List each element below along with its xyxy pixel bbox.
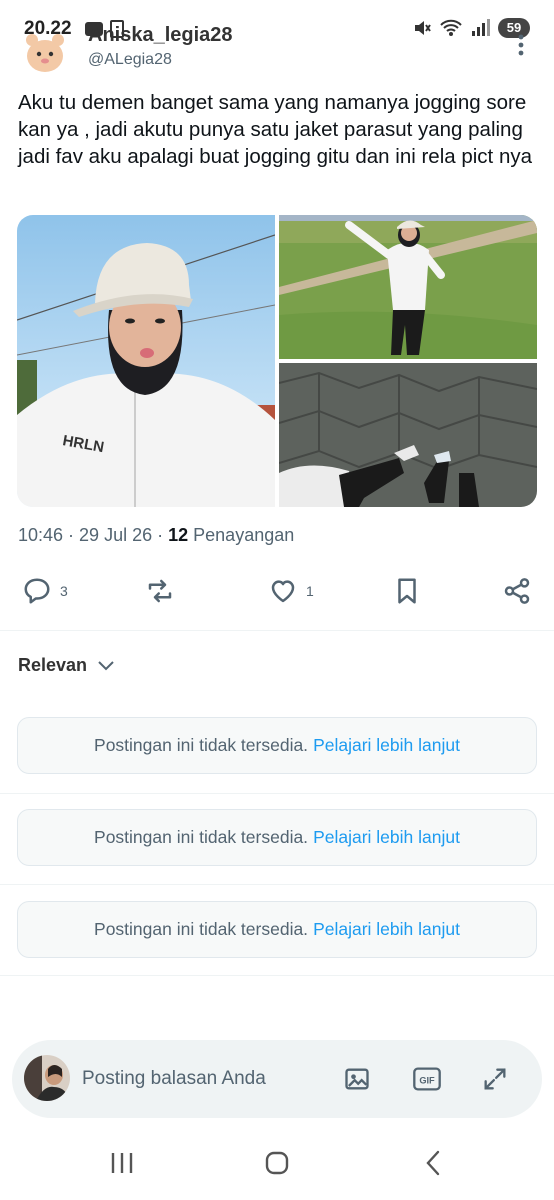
like-button[interactable]: 1: [268, 576, 314, 606]
unavailable-post: Postingan ini tidak tersedia. Pelajari l…: [17, 717, 537, 774]
sort-replies-dropdown[interactable]: Relevan: [18, 655, 115, 676]
unavailable-text: Postingan ini tidak tersedia.: [94, 735, 309, 755]
post-actions: 3 1: [0, 570, 554, 614]
post-photo-selfie[interactable]: HRLN: [17, 215, 275, 507]
my-avatar: [24, 1055, 70, 1101]
reply-input[interactable]: Posting balasan Anda: [82, 1068, 266, 1090]
views-count: 12: [168, 525, 189, 545]
more-options-icon[interactable]: [518, 34, 524, 61]
gif-label: GIF: [419, 1076, 435, 1086]
author-handle: @ALegia28: [88, 51, 172, 68]
post-date: 29 Jul 26: [79, 525, 153, 545]
unavailable-text: Postingan ini tidak tersedia.: [94, 827, 309, 847]
reply-composer[interactable]: Posting balasan Anda GIF: [12, 1040, 542, 1118]
bookmark-button[interactable]: [394, 576, 420, 606]
heart-icon: [271, 580, 295, 603]
bookmark-icon: [398, 578, 416, 604]
image-icon[interactable]: [342, 1065, 372, 1098]
share-icon: [504, 578, 530, 604]
reply-count: 3: [60, 583, 68, 599]
status-bar: 20.22 59: [0, 14, 554, 46]
learn-more-link[interactable]: Pelajari lebih lanjut: [313, 919, 460, 940]
views-label: Penayangan: [193, 525, 295, 545]
unavailable-post: Postingan ini tidak tersedia. Pelajari l…: [17, 901, 537, 958]
gif-icon[interactable]: GIF: [412, 1065, 442, 1098]
like-count: 1: [306, 583, 314, 599]
reply-icon: [24, 578, 50, 604]
repost-icon: [148, 579, 172, 603]
post-text: Aku tu demen banget sama yang namanya jo…: [18, 91, 532, 168]
author-name[interactable]: Aniska_legia28: [88, 24, 233, 47]
post-meta: 10:46 · 29 Jul 26 · 12 Penayangan: [18, 525, 295, 545]
divider: [0, 630, 554, 631]
author-avatar[interactable]: [24, 30, 66, 74]
divider: [0, 884, 554, 885]
reply-button[interactable]: 3: [22, 576, 68, 606]
back-button[interactable]: [420, 1148, 446, 1183]
divider: [0, 975, 554, 976]
chevron-down-icon: [98, 660, 114, 670]
repost-button[interactable]: [144, 576, 176, 606]
unavailable-post: Postingan ini tidak tersedia. Pelajari l…: [17, 809, 537, 866]
sort-label: Relevan: [18, 655, 88, 675]
learn-more-link[interactable]: Pelajari lebih lanjut: [313, 735, 460, 756]
post-photo-field[interactable]: [279, 215, 537, 359]
post-photo-shoes[interactable]: [279, 363, 537, 507]
post-time: 10:46: [18, 525, 64, 545]
battery-level: 59: [498, 18, 530, 38]
mute-icon: [415, 21, 431, 35]
expand-icon[interactable]: [480, 1065, 510, 1098]
post-media-grid[interactable]: HRLN: [17, 215, 537, 507]
system-navigation-bar: [0, 1140, 554, 1190]
unavailable-text: Postingan ini tidak tersedia.: [94, 919, 309, 939]
home-button[interactable]: [262, 1148, 292, 1183]
divider: [0, 793, 554, 794]
wifi-icon: [440, 19, 462, 36]
learn-more-link[interactable]: Pelajari lebih lanjut: [313, 827, 460, 848]
signal-icon: [472, 19, 490, 36]
recent-apps-button[interactable]: [108, 1148, 136, 1183]
share-button[interactable]: [502, 576, 532, 606]
